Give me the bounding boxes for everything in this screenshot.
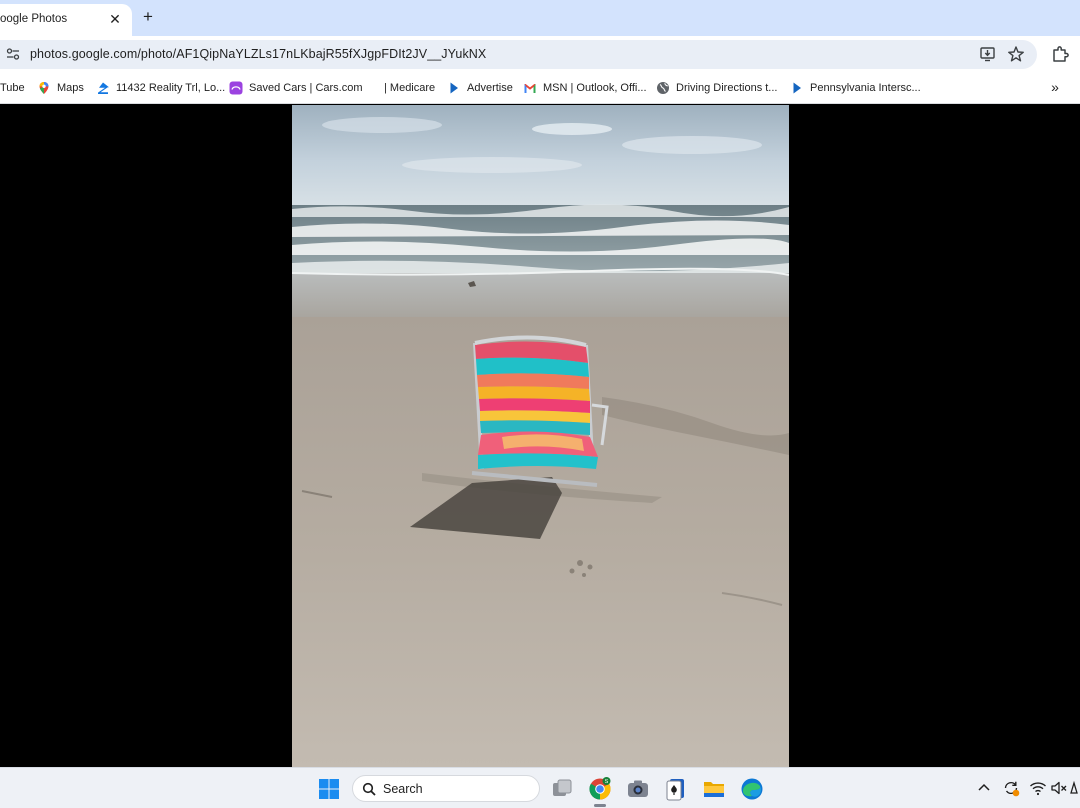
zillow-icon (98, 82, 109, 94)
photo-image (292, 105, 789, 767)
play-triangle-icon (450, 82, 458, 94)
gmail-icon (524, 84, 536, 93)
bookmark-medicare[interactable]: | Medicare (384, 79, 435, 97)
bookmark-youtube[interactable]: Tube (0, 79, 25, 97)
show-hidden-icons-icon[interactable] (975, 779, 993, 797)
bookmark-label: Maps (57, 82, 84, 94)
bookmark-label: Tube (0, 82, 25, 94)
file-explorer-icon[interactable] (702, 777, 726, 801)
edge-icon[interactable] (740, 777, 764, 801)
bookmark-label: Driving Directions t... (676, 82, 778, 94)
bookmark-label: Advertise (467, 82, 513, 94)
photo-viewer (0, 105, 1080, 767)
tab-strip: oogle Photos ✕ + (0, 0, 1080, 36)
camera-icon[interactable] (626, 777, 650, 801)
wifi-icon[interactable] (1029, 779, 1047, 797)
solitaire-icon[interactable] (664, 777, 688, 801)
bookmark-cars-com[interactable]: Saved Cars | Cars.com (229, 79, 363, 97)
bookmarks-overflow-icon[interactable]: » (1046, 78, 1064, 96)
bookmark-label: MSN | Outlook, Offi... (543, 82, 647, 94)
tab-title: oogle Photos (0, 13, 68, 25)
bookmark-msn-outlook[interactable]: MSN | Outlook, Offi... (523, 79, 647, 97)
extensions-icon[interactable] (1050, 44, 1070, 64)
bookmark-label: 11432 Reality Trl, Lo... (116, 82, 226, 94)
windows-start-icon[interactable] (317, 777, 341, 801)
svg-text:S: S (605, 779, 609, 785)
search-icon (362, 782, 376, 796)
chrome-icon[interactable]: S (588, 777, 612, 801)
browser-toolbar: photos.google.com/photo/AF1QipNaYLZLs17n… (0, 36, 1080, 72)
windows-taskbar: Search S (0, 767, 1080, 808)
search-label: Search (383, 782, 423, 796)
sync-update-icon[interactable] (1002, 779, 1020, 797)
tab-close-icon[interactable]: ✕ (105, 9, 125, 29)
url-text[interactable]: photos.google.com/photo/AF1QipNaYLZLs17n… (30, 47, 486, 61)
play-triangle-icon (793, 82, 801, 94)
bookmark-zillow[interactable]: 11432 Reality Trl, Lo... (96, 79, 225, 97)
address-bar[interactable]: photos.google.com/photo/AF1QipNaYLZLs17n… (0, 40, 1037, 69)
bookmarks-bar: Tube Maps 11432 Reality Trl, Lo... Saved… (0, 72, 1080, 104)
beach-chair-photo[interactable] (292, 105, 789, 767)
google-maps-icon (39, 82, 49, 94)
bookmark-star-icon[interactable] (1007, 45, 1025, 63)
bookmark-maps[interactable]: Maps (37, 79, 84, 97)
globe-icon (657, 82, 669, 94)
site-info-icon[interactable] (6, 47, 20, 61)
bookmark-label: | Medicare (384, 82, 436, 94)
bookmark-advertise[interactable]: Advertise (447, 79, 513, 97)
taskbar-search[interactable]: Search (352, 775, 540, 802)
task-view-icon[interactable] (550, 777, 574, 801)
chrome-active-indicator (594, 804, 606, 807)
tab-google-photos[interactable]: oogle Photos ✕ (0, 4, 132, 36)
new-tab-button[interactable]: + (138, 6, 158, 28)
install-app-icon[interactable] (979, 45, 997, 63)
battery-icon[interactable] (1070, 779, 1080, 797)
volume-muted-icon[interactable] (1050, 779, 1068, 797)
bookmark-driving-directions[interactable]: Driving Directions t... (656, 79, 777, 97)
screen: oogle Photos ✕ + photos.google.com/photo… (0, 0, 1080, 808)
cars-com-icon (229, 81, 243, 95)
bookmark-pennsylvania[interactable]: Pennsylvania Intersc... (790, 79, 921, 97)
bookmark-label: Pennsylvania Intersc... (810, 82, 921, 94)
bookmark-label: Saved Cars | Cars.com (249, 82, 363, 94)
